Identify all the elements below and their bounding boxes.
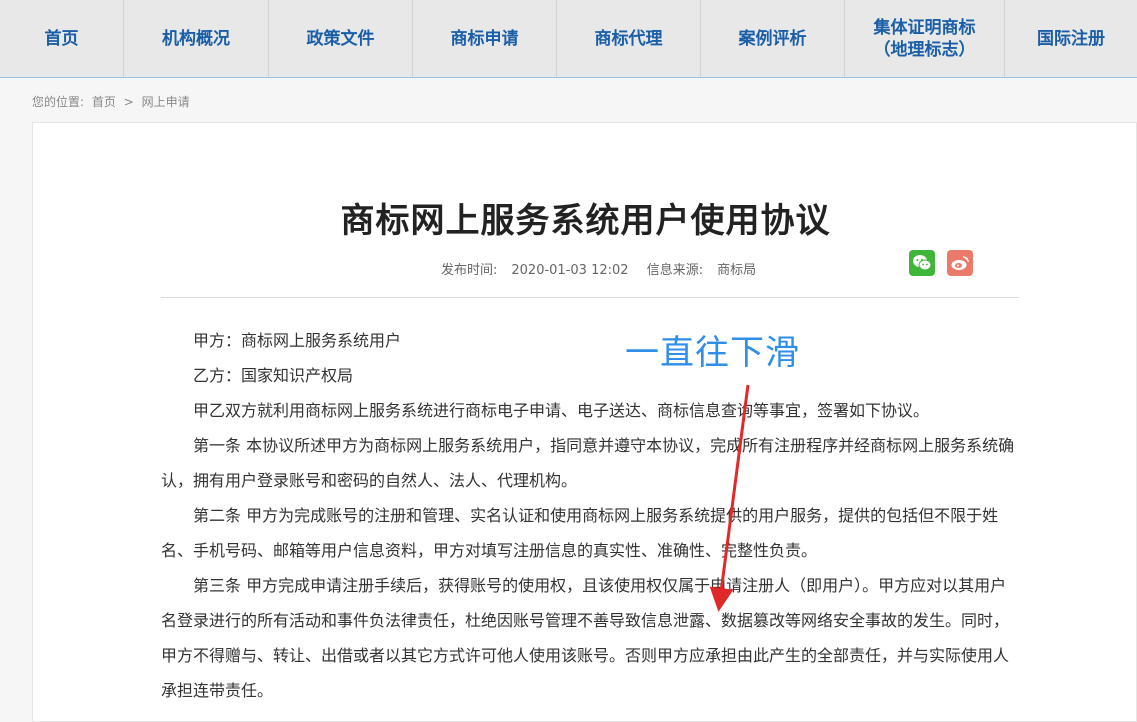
weibo-share-button[interactable]: [947, 250, 973, 276]
nav-international[interactable]: 国际注册: [1005, 0, 1137, 77]
top-navigation: 首页 机构概况 政策文件 商标申请 商标代理 案例评析 集体证明商标 （地理标志…: [0, 0, 1137, 78]
breadcrumb: 您的位置: 首页 > 网上申请: [32, 93, 194, 110]
nav-home[interactable]: 首页: [0, 0, 124, 77]
scroll-hint-annotation: 一直往下滑: [625, 333, 800, 373]
paragraph: 甲乙双方就利用商标网上服务系统进行商标电子申请、电子送达、商标信息查询等事宜，签…: [193, 401, 930, 420]
breadcrumb-separator: >: [123, 95, 134, 109]
wechat-icon: [913, 255, 932, 271]
weibo-icon: [951, 256, 969, 270]
article-meta: 发布时间: 2020-01-03 12:02 信息来源: 商标局: [441, 259, 770, 278]
source-value: 商标局: [717, 263, 757, 278]
publish-time: 2020-01-03 12:02: [511, 263, 629, 278]
paragraph: 甲方：商标网上服务系统用户: [193, 331, 402, 350]
source-label: 信息来源:: [646, 263, 704, 278]
paragraph: 第二条 甲方为完成账号的注册和管理、实名认证和使用商标网上服务系统提供的用户服务…: [161, 506, 999, 560]
nav-case-review[interactable]: 案例评析: [701, 0, 845, 77]
article-card: 商标网上服务系统用户使用协议 发布时间: 2020-01-03 12:02 信息来…: [32, 122, 1137, 722]
nav-policy[interactable]: 政策文件: [269, 0, 413, 77]
nav-trademark-application[interactable]: 商标申请: [413, 0, 557, 77]
page-title: 商标网上服务系统用户使用协议: [340, 201, 831, 241]
nav-about[interactable]: 机构概况: [124, 0, 269, 77]
paragraph: 乙方：国家知识产权局: [193, 366, 354, 385]
nav-collective-marks[interactable]: 集体证明商标 （地理标志）: [845, 0, 1005, 77]
breadcrumb-current[interactable]: 网上申请: [142, 95, 190, 109]
publish-label: 发布时间:: [441, 263, 498, 278]
paragraph: 第一条 本协议所述甲方为商标网上服务系统用户，指同意并遵守本协议，完成所有注册程…: [161, 436, 1015, 490]
breadcrumb-prefix: 您的位置:: [32, 95, 85, 109]
article-body: 甲方：商标网上服务系统用户 乙方：国家知识产权局 甲乙双方就利用商标网上服务系统…: [161, 323, 1021, 708]
paragraph: 第三条 甲方完成申请注册手续后，获得账号的使用权，且该使用权仅属于申请注册人（即…: [161, 576, 1010, 700]
breadcrumb-home[interactable]: 首页: [92, 95, 116, 109]
wechat-share-button[interactable]: [909, 250, 935, 276]
nav-trademark-agency[interactable]: 商标代理: [557, 0, 701, 77]
title-divider: [161, 297, 1019, 298]
